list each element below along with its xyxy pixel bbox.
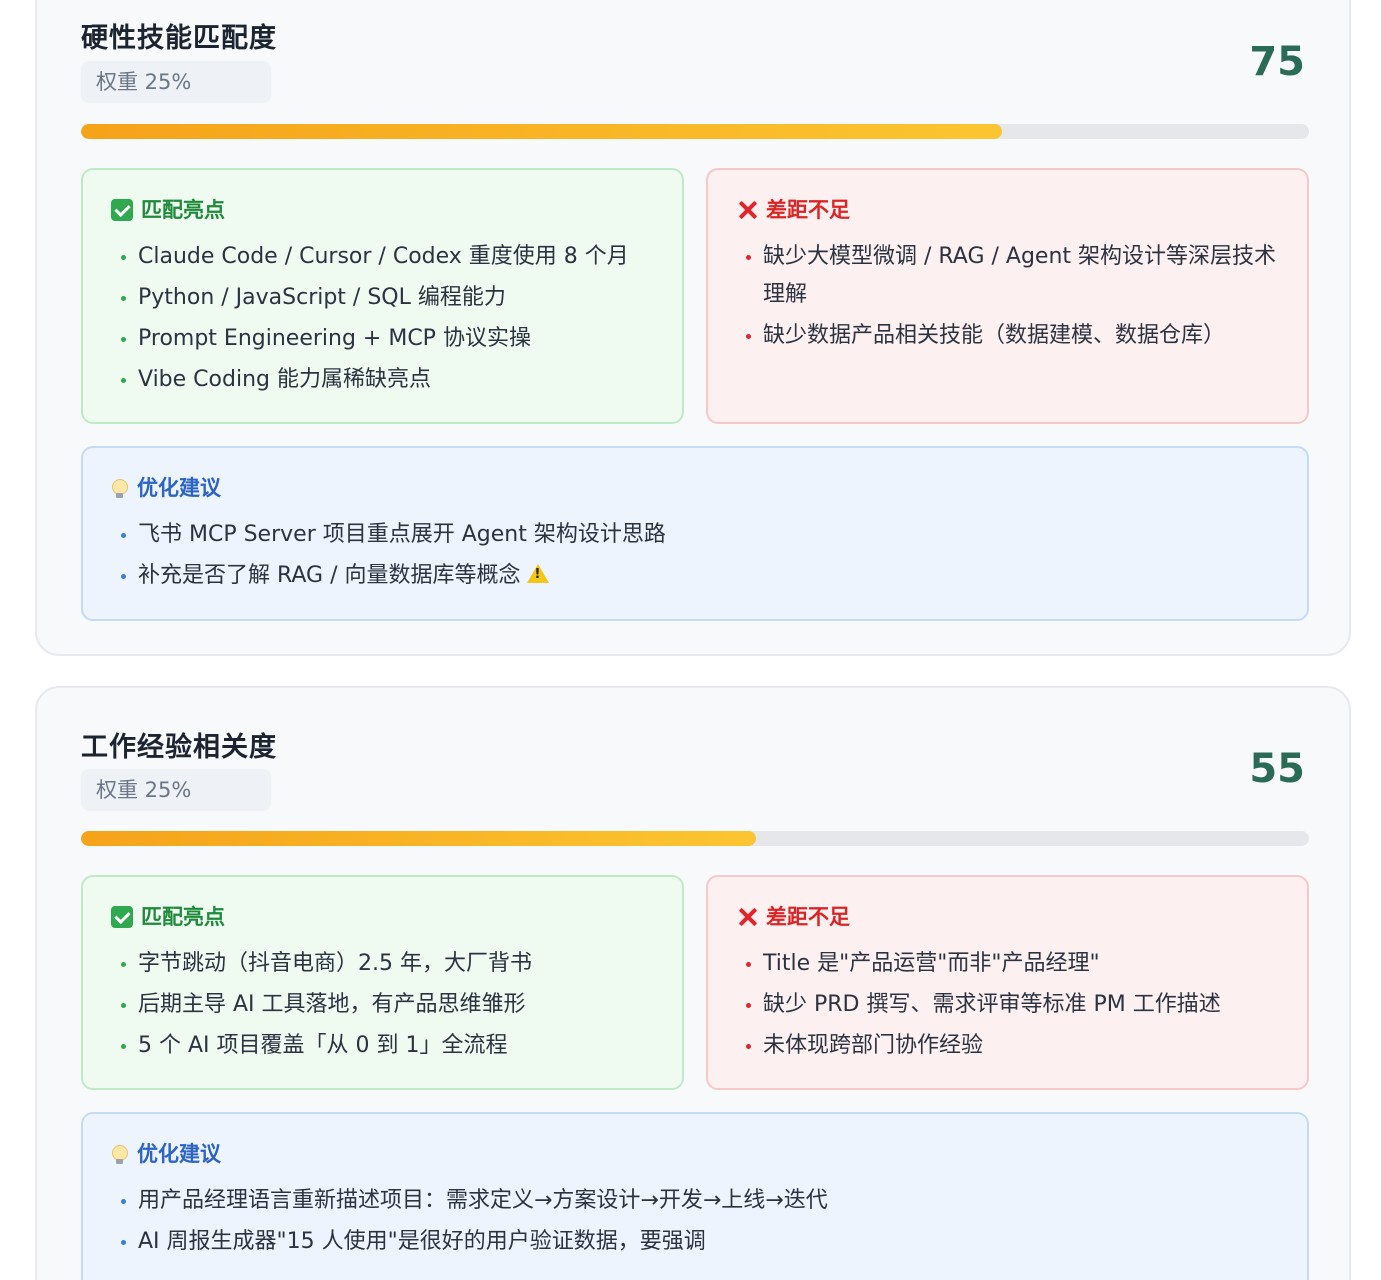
- progress-bar: [81, 831, 1309, 846]
- list-item: 缺少数据产品相关技能（数据建模、数据仓库）: [736, 317, 1281, 355]
- gaps-box: 差距不足 Title 是"产品运营"而非"产品经理" 缺少 PRD 撰写、需求评…: [706, 875, 1309, 1090]
- skills-match-card: 硬性技能匹配度 权重 25% 75 匹配亮点 Claude Code / Cur…: [35, 0, 1351, 656]
- gaps-header: 差距不足: [736, 903, 850, 931]
- list-item: 缺少 PRD 撰写、需求评审等标准 PM 工作描述: [736, 986, 1281, 1024]
- warning-icon: [526, 564, 549, 583]
- weight-badge: 权重 25%: [81, 61, 271, 103]
- score-value: 75: [1249, 39, 1305, 85]
- highlights-header: 匹配亮点: [111, 196, 225, 224]
- list-item: 5 个 AI 项目覆盖「从 0 到 1」全流程: [111, 1027, 656, 1065]
- check-box-icon: [111, 199, 133, 221]
- suggestions-label: 优化建议: [137, 1142, 221, 1166]
- card-title: 工作经验相关度: [81, 732, 277, 763]
- list-item-text: 补充是否了解 RAG / 向量数据库等概念: [138, 563, 521, 588]
- list-item: 缺少大模型微调 / RAG / Agent 架构设计等深层技术理解: [736, 238, 1281, 314]
- highlights-box: 匹配亮点 字节跳动（抖音电商）2.5 年，大厂背书 后期主导 AI 工具落地，有…: [81, 875, 684, 1090]
- list-item: 字节跳动（抖音电商）2.5 年，大厂背书: [111, 945, 656, 983]
- gaps-label: 差距不足: [766, 905, 850, 929]
- list-item: 补充是否了解 RAG / 向量数据库等概念: [111, 557, 1281, 595]
- gaps-list: 缺少大模型微调 / RAG / Agent 架构设计等深层技术理解 缺少数据产品…: [736, 238, 1281, 358]
- list-item: 后期主导 AI 工具落地，有产品思维雏形: [111, 986, 656, 1024]
- lightbulb-icon: [111, 477, 128, 499]
- cross-icon: [736, 906, 758, 928]
- list-item: AI 周报生成器"15 人使用"是很好的用户验证数据，要强调: [111, 1223, 1281, 1261]
- check-box-icon: [111, 906, 133, 928]
- gaps-header: 差距不足: [736, 196, 850, 224]
- highlights-header: 匹配亮点: [111, 903, 225, 931]
- card-title: 硬性技能匹配度: [81, 23, 277, 54]
- list-item: Claude Code / Cursor / Codex 重度使用 8 个月: [111, 238, 656, 276]
- highlights-box: 匹配亮点 Claude Code / Cursor / Codex 重度使用 8…: [81, 168, 684, 424]
- suggestions-list: 用产品经理语言重新描述项目：需求定义→方案设计→开发→上线→迭代 AI 周报生成…: [111, 1182, 1281, 1264]
- list-item: Python / JavaScript / SQL 编程能力: [111, 279, 656, 317]
- gaps-label: 差距不足: [766, 198, 850, 222]
- suggestions-header: 优化建议: [111, 1140, 221, 1168]
- score-value: 55: [1249, 746, 1305, 792]
- weight-badge: 权重 25%: [81, 769, 271, 811]
- gaps-box: 差距不足 缺少大模型微调 / RAG / Agent 架构设计等深层技术理解 缺…: [706, 168, 1309, 424]
- list-item: 用产品经理语言重新描述项目：需求定义→方案设计→开发→上线→迭代: [111, 1182, 1281, 1220]
- suggestions-box: 优化建议 飞书 MCP Server 项目重点展开 Agent 架构设计思路 补…: [81, 446, 1309, 621]
- gaps-list: Title 是"产品运营"而非"产品经理" 缺少 PRD 撰写、需求评审等标准 …: [736, 945, 1281, 1068]
- progress-bar: [81, 124, 1309, 139]
- list-item: Title 是"产品运营"而非"产品经理": [736, 945, 1281, 983]
- highlights-label: 匹配亮点: [141, 905, 225, 929]
- suggestions-header: 优化建议: [111, 474, 221, 502]
- suggestions-box: 优化建议 用产品经理语言重新描述项目：需求定义→方案设计→开发→上线→迭代 AI…: [81, 1112, 1309, 1280]
- list-item: Vibe Coding 能力属稀缺亮点: [111, 361, 656, 399]
- lightbulb-icon: [111, 1143, 128, 1165]
- progress-fill: [81, 831, 757, 846]
- highlights-list: 字节跳动（抖音电商）2.5 年，大厂背书 后期主导 AI 工具落地，有产品思维雏…: [111, 945, 656, 1068]
- experience-match-card: 工作经验相关度 权重 25% 55 匹配亮点 字节跳动（抖音电商）2.5 年，大…: [35, 686, 1351, 1280]
- highlights-label: 匹配亮点: [141, 198, 225, 222]
- list-item: 未体现跨部门协作经验: [736, 1027, 1281, 1065]
- highlights-list: Claude Code / Cursor / Codex 重度使用 8 个月 P…: [111, 238, 656, 402]
- list-item: 飞书 MCP Server 项目重点展开 Agent 架构设计思路: [111, 516, 1281, 554]
- list-item: Prompt Engineering + MCP 协议实操: [111, 320, 656, 358]
- suggestions-label: 优化建议: [137, 476, 221, 500]
- progress-fill: [81, 124, 1002, 139]
- cross-icon: [736, 199, 758, 221]
- suggestions-list: 飞书 MCP Server 项目重点展开 Agent 架构设计思路 补充是否了解…: [111, 516, 1281, 598]
